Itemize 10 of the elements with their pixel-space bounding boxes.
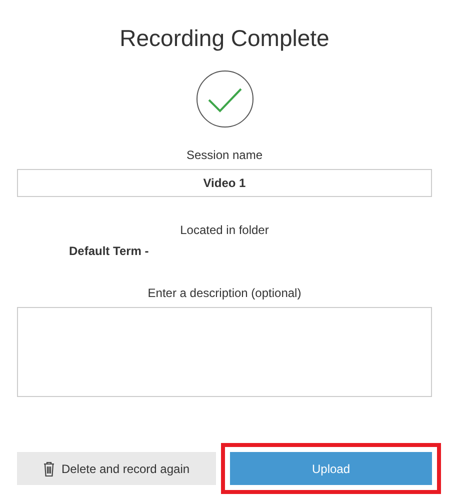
description-field[interactable]	[17, 307, 432, 397]
folder-name: Default Term -	[69, 244, 149, 258]
folder-label: Located in folder	[180, 223, 269, 237]
dialog-title: Recording Complete	[120, 24, 330, 52]
delete-button[interactable]: Delete and record again	[17, 452, 216, 485]
session-name-field[interactable]: Video 1	[17, 169, 432, 197]
trash-icon	[43, 460, 56, 476]
checkmark-icon	[196, 70, 254, 128]
description-label: Enter a description (optional)	[148, 286, 302, 300]
session-name-label: Session name	[186, 148, 263, 162]
